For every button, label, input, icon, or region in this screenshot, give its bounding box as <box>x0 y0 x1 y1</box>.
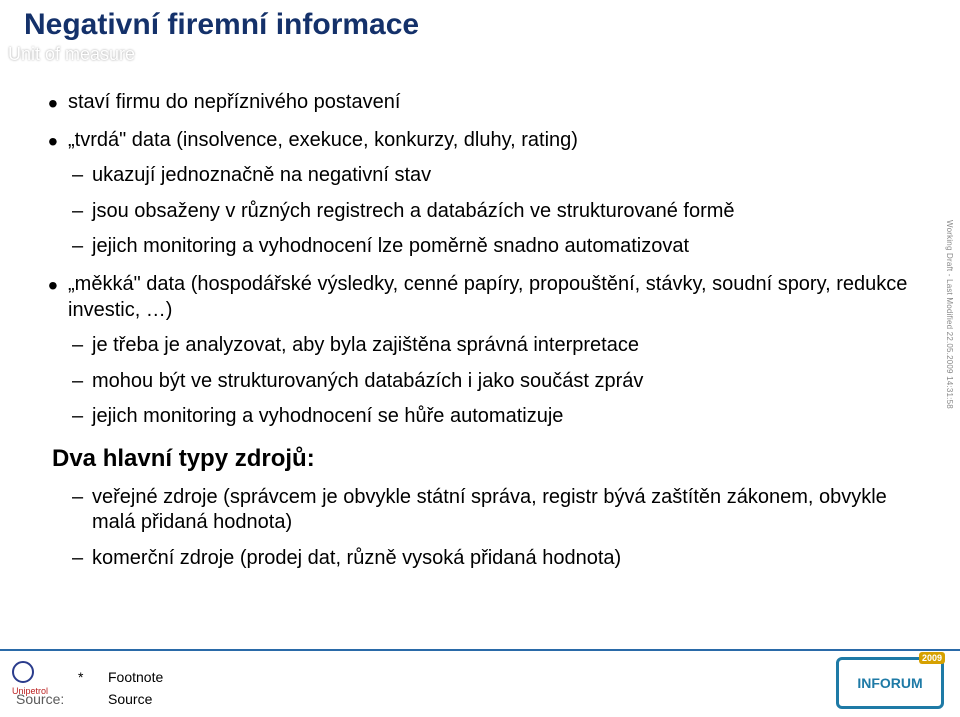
bullet-level2: jsou obsaženy v různých registrech a dat… <box>48 199 916 225</box>
logo-circle-icon <box>12 661 34 683</box>
footnote-marker: * <box>78 669 83 685</box>
working-draft-stamp: Working Draft - Last Modified 22.05.2009… <box>945 220 954 409</box>
footer-bar: Unipetrol * Footnote Source: Source INFO… <box>0 649 960 717</box>
bullet-level2: je třeba je analyzovat, aby byla zajiště… <box>48 333 916 359</box>
bullet-level1: „měkká" data (hospodářské výsledky, cenn… <box>48 272 916 323</box>
bullet-level2: jejich monitoring a vyhodnocení lze pomě… <box>48 234 916 260</box>
content-area: staví firmu do nepříznivého postavení „t… <box>48 78 916 571</box>
page-title: Negativní firemní informace <box>24 8 419 42</box>
source-label: Source: <box>16 691 64 707</box>
footnote-text: Footnote <box>108 669 163 685</box>
bullet-level1: staví firmu do nepříznivého postavení <box>48 90 916 116</box>
slide: Negativní firemní informace Unit of meas… <box>0 0 960 717</box>
bullet-list: staví firmu do nepříznivého postavení „t… <box>48 90 916 430</box>
source-value: Source <box>108 691 152 707</box>
bullet-level2: ukazují jednoznačně na negativní stav <box>48 163 916 189</box>
bullet-level2: komerční zdroje (prodej dat, různě vysok… <box>48 546 916 572</box>
bullet-level2: veřejné zdroje (správcem je obvykle stát… <box>48 485 916 536</box>
logo-right-label: INFORUM <box>857 675 922 691</box>
bullet-list-sources: veřejné zdroje (správcem je obvykle stát… <box>48 485 916 572</box>
bullet-level2: jejich monitoring a vyhodnocení se hůře … <box>48 404 916 430</box>
inforum-logo: INFORUM 2009 <box>836 657 944 709</box>
bullet-level1: „tvrdá" data (insolvence, exekuce, konku… <box>48 128 916 154</box>
logo-right-badge: 2009 <box>919 652 945 664</box>
bullet-level2: mohou být ve strukturovaných databázích … <box>48 369 916 395</box>
unit-of-measure-label: Unit of measure <box>8 44 135 65</box>
subheading: Dva hlavní typy zdrojů: <box>52 444 916 475</box>
